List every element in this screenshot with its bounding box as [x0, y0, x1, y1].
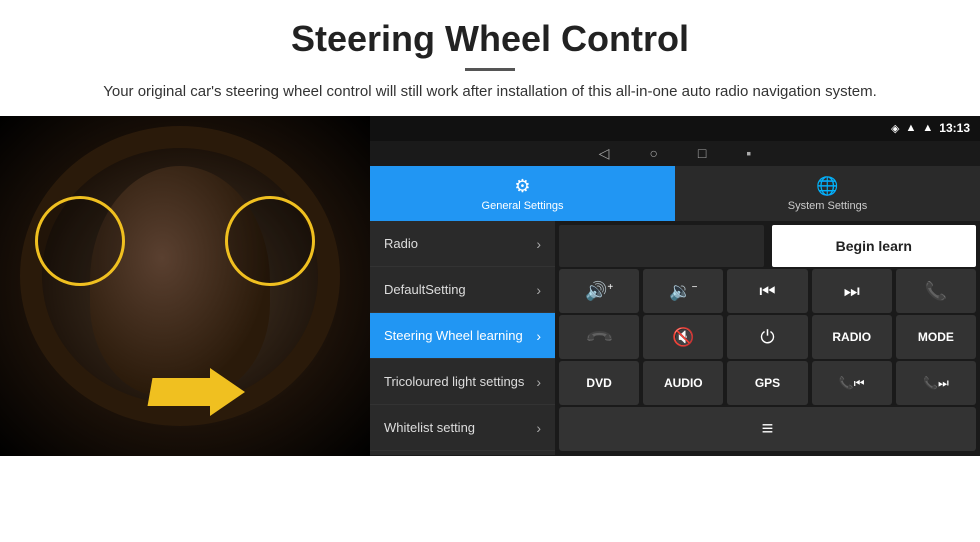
clock: 13:13	[939, 121, 970, 135]
cast-button[interactable]: ▪	[746, 145, 751, 161]
car-bg	[0, 116, 370, 456]
row-source-controls: DVD AUDIO GPS 📞⏮ 📞⏭	[559, 361, 976, 405]
menu-item-radio[interactable]: Radio ›	[370, 221, 555, 267]
main-content: Radio › DefaultSetting › Steering Wheel …	[370, 221, 980, 455]
subtitle-text: Your original car's steering wheel contr…	[40, 81, 940, 104]
menu-item-whitelist[interactable]: Whitelist setting ›	[370, 405, 555, 451]
home-button[interactable]: ○	[649, 145, 657, 161]
right-panel: Begin learn 🔊+ 🔉− ⏮ ⏭	[555, 221, 980, 455]
system-icon: 🌐	[816, 176, 838, 197]
phone-next-button[interactable]: 📞⏭	[896, 361, 976, 405]
chevron-icon: ›	[536, 236, 541, 252]
row-list: ≡	[559, 407, 976, 451]
row-begin-learn: Begin learn	[559, 225, 976, 267]
next-track-icon: ⏭	[844, 281, 860, 302]
volume-up-icon: 🔊+	[585, 281, 613, 302]
car-image	[0, 116, 370, 456]
arrow-overlay	[120, 336, 240, 416]
row-phone-controls: 📞 🔇 ⏻ RADIO MODE	[559, 315, 976, 359]
mute-icon: 🔇	[672, 327, 694, 348]
tab-system-label: System Settings	[788, 200, 867, 212]
hang-up-icon: 📞	[584, 322, 615, 353]
volume-up-button[interactable]: 🔊+	[559, 269, 639, 313]
left-menu: Radio › DefaultSetting › Steering Wheel …	[370, 221, 555, 455]
audio-button[interactable]: AUDIO	[643, 361, 723, 405]
arrow-head	[210, 368, 245, 416]
tab-bar: ⚙ General Settings 🌐 System Settings	[370, 166, 980, 222]
power-button[interactable]: ⏻	[727, 315, 807, 359]
mode-button[interactable]: MODE	[896, 315, 976, 359]
prev-track-button[interactable]: ⏮	[727, 269, 807, 313]
signal-icon: ▲	[922, 122, 933, 134]
tab-system-settings[interactable]: 🌐 System Settings	[675, 166, 980, 222]
list-button[interactable]: ≡	[559, 407, 976, 451]
page-title: Steering Wheel Control	[40, 18, 940, 60]
menu-steering-label: Steering Wheel learning	[384, 328, 523, 343]
settings-gear-icon: ⚙	[514, 176, 530, 197]
volume-down-icon: 🔉−	[669, 281, 697, 302]
phone-next-icon: 📞⏭	[923, 376, 949, 391]
prev-track-icon: ⏮	[759, 281, 775, 302]
menu-radio-label: Radio	[384, 236, 418, 251]
empty-slot-1	[559, 225, 764, 267]
power-icon: ⏻	[760, 327, 774, 348]
android-ui: ◈ ▲ ▲ 13:13 ◁ ○ □ ▪ ⚙ General Settings 🌐…	[370, 116, 980, 456]
menu-default-label: DefaultSetting	[384, 282, 466, 297]
volume-down-button[interactable]: 🔉−	[643, 269, 723, 313]
tab-general-settings[interactable]: ⚙ General Settings	[370, 166, 675, 222]
title-divider	[465, 68, 515, 71]
hang-up-button[interactable]: 📞	[559, 315, 639, 359]
phone-answer-button[interactable]: 📞	[896, 269, 976, 313]
gps-button[interactable]: GPS	[727, 361, 807, 405]
location-icon: ◈	[891, 122, 899, 135]
phone-prev-button[interactable]: 📞⏮	[812, 361, 892, 405]
wifi-icon: ▲	[906, 122, 917, 134]
menu-whitelist-label: Whitelist setting	[384, 420, 475, 435]
chevron-icon: ›	[536, 420, 541, 436]
phone-icon: 📞	[925, 281, 947, 302]
radio-button[interactable]: RADIO	[812, 315, 892, 359]
chevron-icon: ›	[536, 374, 541, 390]
content-area: ◈ ▲ ▲ 13:13 ◁ ○ □ ▪ ⚙ General Settings 🌐…	[0, 116, 980, 456]
back-button[interactable]: ◁	[599, 145, 610, 162]
highlight-circle-right	[225, 196, 315, 286]
status-bar: ◈ ▲ ▲ 13:13	[370, 116, 980, 141]
list-icon: ≡	[762, 418, 774, 441]
next-track-button[interactable]: ⏭	[812, 269, 892, 313]
menu-item-default-setting[interactable]: DefaultSetting ›	[370, 267, 555, 313]
menu-item-tricoloured[interactable]: Tricoloured light settings ›	[370, 359, 555, 405]
chevron-icon: ›	[536, 328, 541, 344]
header-section: Steering Wheel Control Your original car…	[0, 0, 980, 116]
chevron-icon: ›	[536, 282, 541, 298]
highlight-circle-left	[35, 196, 125, 286]
menu-tricoloured-label: Tricoloured light settings	[384, 374, 524, 389]
recent-button[interactable]: □	[698, 145, 706, 161]
menu-item-steering-wheel[interactable]: Steering Wheel learning ›	[370, 313, 555, 359]
phone-prev-icon: 📞⏮	[839, 376, 865, 391]
begin-learn-button[interactable]: Begin learn	[772, 225, 977, 267]
mute-button[interactable]: 🔇	[643, 315, 723, 359]
nav-bar: ◁ ○ □ ▪	[370, 141, 980, 166]
row-media-controls: 🔊+ 🔉− ⏮ ⏭ 📞	[559, 269, 976, 313]
dvd-button[interactable]: DVD	[559, 361, 639, 405]
tab-general-label: General Settings	[482, 200, 564, 212]
